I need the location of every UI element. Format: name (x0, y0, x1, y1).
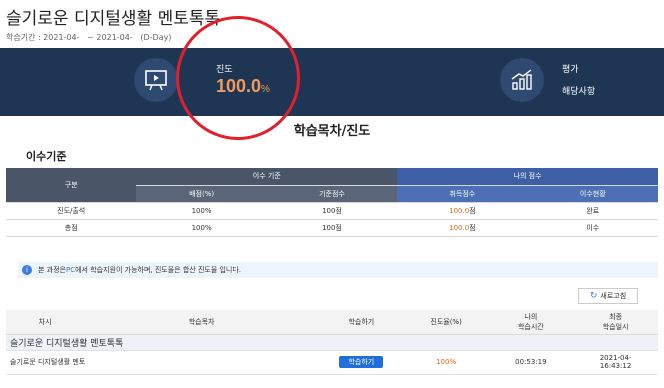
col-progress: 진도율(%) (403, 310, 489, 335)
completion-criteria-header: 이수 기준 (136, 168, 398, 186)
col-study: 학습하기 (318, 310, 404, 335)
criteria-table: 구분 이수 기준 나의 점수 배점(%) 기준점수 취득점수 이수현황 진도/출… (6, 168, 658, 237)
lesson-time: 00:53:19 (488, 350, 574, 375)
table-row: 슬기로운 디지털생활 멘토 학습하기 100% 00:53:19 2021-04… (6, 350, 658, 375)
progress-value: 100.0% (216, 76, 270, 96)
row-weight: 100% (136, 202, 267, 220)
progress-banner: 진도 평가 (0, 48, 664, 116)
lesson-date: 2021-04- 16:43:12 (573, 350, 658, 375)
status-header: 이수현황 (527, 185, 658, 203)
progress-label: 진도 (216, 65, 233, 75)
section-title: 학습목차/진도 (293, 124, 371, 139)
notice-pc: PC (66, 266, 76, 274)
obtained-header: 취득점수 (397, 185, 528, 203)
row-obtained: 100.0점 (397, 219, 528, 237)
refresh-icon: ↻ (589, 291, 598, 301)
row-name: 총점 (6, 219, 137, 237)
growth-chart-icon (500, 58, 544, 102)
info-icon: i (22, 265, 32, 275)
row-status: 완료 (527, 202, 658, 220)
weight-header: 배점(%) (136, 185, 267, 203)
eval-label: 평가 (562, 65, 579, 75)
course-title: 슬기로운 디지털생활 멘토톡톡 (6, 9, 221, 29)
col-contents: 학습목차 (84, 310, 319, 335)
row-base: 100점 (266, 202, 398, 220)
study-cell: 학습하기 (318, 350, 404, 375)
col-last-date: 최종 학습일시 (573, 310, 658, 335)
presentation-icon (134, 58, 178, 102)
group-title: 슬기로운 디지털생활 멘토톡톡 (6, 334, 658, 351)
lesson-table: 차시 학습목차 학습하기 진도율(%) 나의 학습시간 최종 학습일시 슬기로운 디… (6, 310, 658, 375)
base-score-header: 기준점수 (266, 185, 398, 203)
col-group-header: 구분 (6, 168, 137, 203)
row-weight: 100% (136, 219, 267, 237)
period-end: ~ 2021-04- (79, 33, 133, 42)
study-button[interactable]: 학습하기 (339, 356, 384, 368)
lesson-progress: 100% (403, 350, 489, 375)
refresh-label: 새로고침 (600, 292, 627, 300)
table-row: 총점 100% 100점 100.0점 이수 (6, 219, 658, 237)
lesson-title: 슬기로운 디지털생활 멘토 (6, 350, 319, 375)
eval-value: 해당사항 (562, 87, 596, 97)
col-my-time: 나의 학습시간 (488, 310, 574, 335)
period-start: 학습기간 : 2021-04- (6, 33, 80, 42)
row-name: 진도/출석 (6, 202, 137, 220)
col-session: 차시 (6, 310, 85, 335)
my-score-header: 나의 점수 (397, 168, 658, 186)
row-obtained: 100.0점 (397, 202, 528, 220)
period-dday: (D-Day) (132, 33, 172, 42)
notice-suffix: 에서 학습지원이 가능하며, 진도율은 합산 진도율 입니다. (75, 266, 242, 274)
refresh-button[interactable]: ↻ 새로고침 (578, 288, 638, 304)
criteria-title: 이수기준 (26, 150, 67, 163)
notice-prefix: 본 과정은 (38, 266, 66, 274)
group-row: 슬기로운 디지털생활 멘토톡톡 (6, 334, 658, 351)
notice-bar: i 본 과정은 PC 에서 학습지원이 가능하며, 진도율은 합산 진도율 입니… (18, 262, 658, 278)
table-row: 진도/출석 100% 100점 100.0점 완료 (6, 202, 658, 220)
study-period: 학습기간 : 2021-04- ~ 2021-04- (D-Day) (6, 32, 171, 43)
row-status: 이수 (527, 219, 658, 237)
row-base: 100점 (266, 219, 398, 237)
